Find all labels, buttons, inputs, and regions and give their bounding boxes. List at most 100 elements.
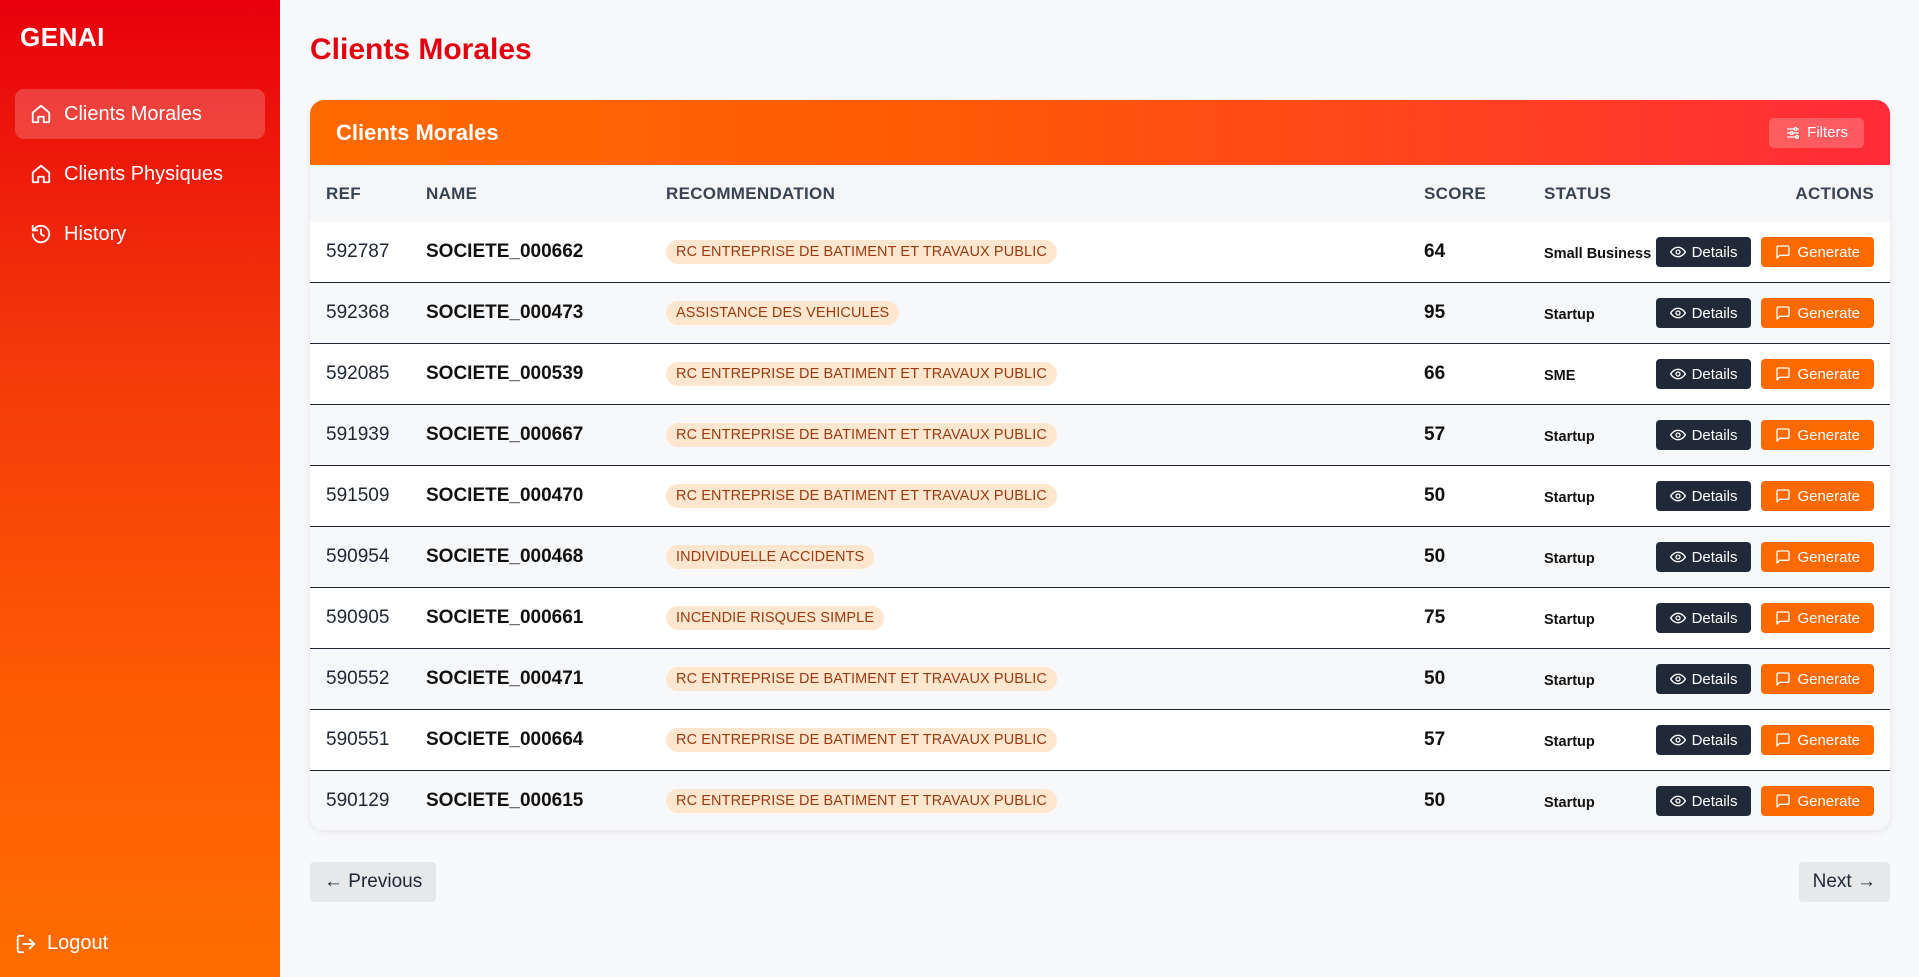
details-button[interactable]: Details <box>1655 725 1752 755</box>
recommendation-badge: RC ENTREPRISE DE BATIMENT ET TRAVAUX PUB… <box>666 789 1057 813</box>
recommendation-badge: RC ENTREPRISE DE BATIMENT ET TRAVAUX PUB… <box>666 728 1057 752</box>
details-label: Details <box>1691 487 1738 505</box>
details-button[interactable]: Details <box>1655 664 1752 694</box>
cell-actions: Details Generate <box>1655 359 1874 389</box>
card-header: Clients Morales Filters <box>310 100 1890 165</box>
details-button[interactable]: Details <box>1655 603 1752 633</box>
column-header-score: SCORE <box>1424 183 1486 203</box>
cell-name: SOCIETE_000473 <box>426 302 584 323</box>
sidebar-item-history[interactable]: History <box>15 209 265 259</box>
recommendation-badge: INDIVIDUELLE ACCIDENTS <box>666 545 875 569</box>
column-header-recommendation: RECOMMENDATION <box>666 183 836 203</box>
generate-button[interactable]: Generate <box>1761 542 1874 572</box>
details-label: Details <box>1691 243 1738 261</box>
details-button[interactable]: Details <box>1655 542 1752 572</box>
sidebar-item-clients-physiques[interactable]: Clients Physiques <box>15 149 265 199</box>
generate-label: Generate <box>1797 426 1860 444</box>
message-icon <box>1776 550 1791 564</box>
details-button[interactable]: Details <box>1655 786 1752 816</box>
cell-actions: Details Generate <box>1655 298 1874 328</box>
cell-actions: Details Generate <box>1655 420 1874 450</box>
generate-button[interactable]: Generate <box>1761 420 1874 450</box>
sidebar-item-clients-morales[interactable]: Clients Morales <box>15 89 265 139</box>
page-title: Clients Morales <box>310 33 532 66</box>
cell-name: SOCIETE_000664 <box>426 729 584 750</box>
filters-label: Filters <box>1807 124 1848 141</box>
eye-icon <box>1669 673 1686 685</box>
pagination-previous: ← Previous <box>310 862 437 902</box>
generate-button[interactable]: Generate <box>1761 725 1874 755</box>
cell-ref: 590551 <box>326 729 390 750</box>
generate-label: Generate <box>1797 365 1860 383</box>
column-header-status: STATUS <box>1544 183 1612 203</box>
generate-button[interactable]: Generate <box>1761 603 1874 633</box>
generate-button[interactable]: Generate <box>1761 359 1874 389</box>
brand-logo: GENAI <box>20 22 105 52</box>
cell-status: Startup <box>1544 307 1595 323</box>
details-button[interactable]: Details <box>1655 298 1752 328</box>
message-icon <box>1776 245 1791 259</box>
cell-name: SOCIETE_000470 <box>426 485 584 506</box>
details-button[interactable]: Details <box>1655 237 1752 267</box>
cell-actions: Details Generate <box>1655 481 1874 511</box>
cell-ref: 590552 <box>326 668 390 689</box>
eye-icon <box>1669 307 1686 319</box>
cell-actions: Details Generate <box>1655 603 1874 633</box>
recommendation-badge: RC ENTREPRISE DE BATIMENT ET TRAVAUX PUB… <box>666 667 1057 691</box>
cell-ref: 591509 <box>326 485 390 506</box>
sidebar-nav: Clients Morales Clients Physiques Histor… <box>15 89 265 269</box>
table-row: 592368 SOCIETE_000473 ASSISTANCE DES VEHIC… <box>310 283 1890 344</box>
cell-status: Startup <box>1544 429 1595 445</box>
generate-label: Generate <box>1797 792 1860 810</box>
cell-score: 66 <box>1424 363 1446 384</box>
message-icon <box>1776 306 1791 320</box>
table-header: REF NAME RECOMMENDATION SCORE STATUS ACT… <box>310 165 1890 222</box>
filters-button[interactable]: Filters <box>1769 117 1864 148</box>
details-button[interactable]: Details <box>1655 420 1752 450</box>
eye-icon <box>1669 734 1686 746</box>
cell-score: 50 <box>1424 790 1446 811</box>
details-label: Details <box>1691 304 1738 322</box>
generate-button[interactable]: Generate <box>1761 786 1874 816</box>
sliders-icon <box>1787 126 1800 139</box>
details-label: Details <box>1691 426 1738 444</box>
details-label: Details <box>1691 365 1738 383</box>
details-button[interactable]: Details <box>1655 359 1752 389</box>
table-row: 590905 SOCIETE_000661 INCENDIE RISQUES SIM… <box>310 588 1890 649</box>
logout-button[interactable]: Logout <box>15 932 108 955</box>
generate-label: Generate <box>1797 487 1860 505</box>
details-button[interactable]: Details <box>1655 481 1752 511</box>
eye-icon <box>1669 429 1686 441</box>
table-body: 592787 SOCIETE_000662 RC ENTREPRISE DE BAT… <box>310 222 1890 830</box>
generate-button[interactable]: Generate <box>1761 298 1874 328</box>
cell-ref: 590129 <box>326 790 390 811</box>
cell-actions: Details Generate <box>1655 786 1874 816</box>
eye-icon <box>1669 490 1686 502</box>
previous-button[interactable]: ← Previous <box>310 862 437 902</box>
cell-status: Startup <box>1544 612 1595 628</box>
cell-ref: 591939 <box>326 424 390 445</box>
cell-score: 50 <box>1424 546 1446 567</box>
pagination-next: Next → <box>1798 862 1890 902</box>
recommendation-badge: INCENDIE RISQUES SIMPLE <box>666 606 885 630</box>
table-row: 592085 SOCIETE_000539 RC ENTREPRISE DE BAT… <box>310 344 1890 405</box>
cell-score: 50 <box>1424 668 1446 689</box>
table-row: 591509 SOCIETE_000470 RC ENTREPRISE DE BAT… <box>310 466 1890 527</box>
recommendation-badge: ASSISTANCE DES VEHICULES <box>666 301 900 325</box>
card-title: Clients Morales <box>336 119 499 145</box>
generate-label: Generate <box>1797 670 1860 688</box>
generate-button[interactable]: Generate <box>1761 664 1874 694</box>
sidebar-item-label: Clients Physiques <box>64 162 223 185</box>
cell-actions: Details Generate <box>1655 725 1874 755</box>
generate-button[interactable]: Generate <box>1761 481 1874 511</box>
message-icon <box>1776 367 1791 381</box>
message-icon <box>1776 794 1791 808</box>
history-icon <box>31 224 51 244</box>
cell-status: Startup <box>1544 551 1595 567</box>
generate-label: Generate <box>1797 548 1860 566</box>
cell-name: SOCIETE_000539 <box>426 363 584 384</box>
details-label: Details <box>1691 548 1738 566</box>
eye-icon <box>1669 795 1686 807</box>
generate-button[interactable]: Generate <box>1761 237 1874 267</box>
next-button[interactable]: Next → <box>1798 862 1890 902</box>
